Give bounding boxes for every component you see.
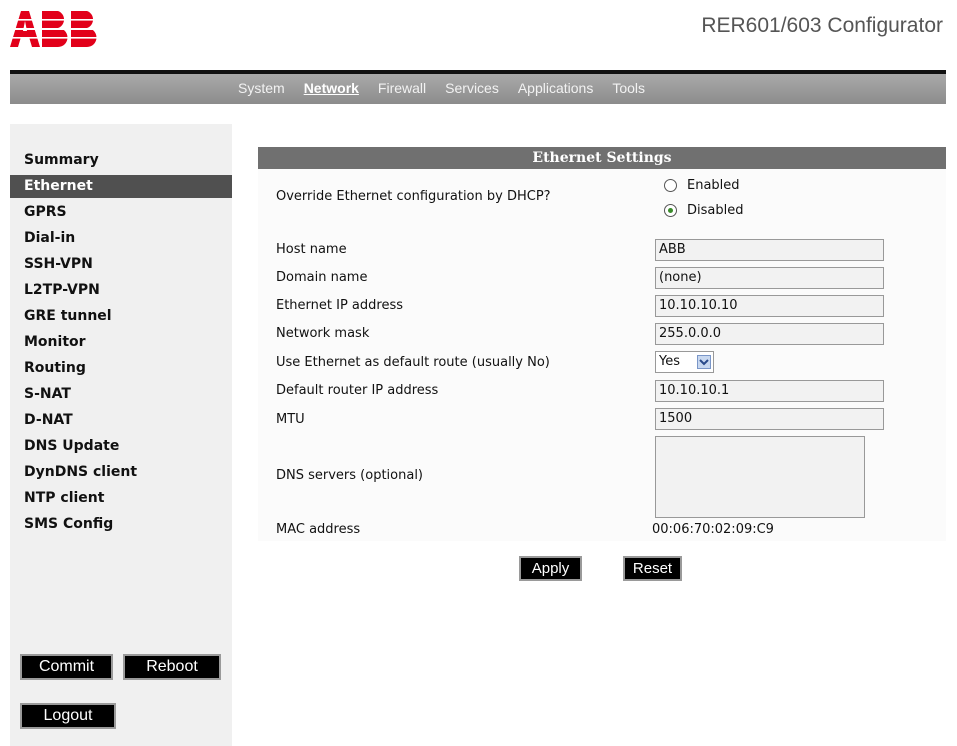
default-router-field[interactable]: 10.10.10.1 — [655, 380, 884, 402]
abb-logo — [10, 11, 102, 47]
sidebar-item-ethernet[interactable]: Ethernet — [10, 175, 232, 198]
default-route-select[interactable]: Yes — [655, 351, 714, 373]
sidebar-menu: Summary Ethernet GPRS Dial-in SSH-VPN L2… — [10, 149, 232, 539]
mac-address-label: MAC address — [276, 522, 361, 537]
sidebar-item-ntp-client[interactable]: NTP client — [10, 487, 232, 513]
sidebar-item-routing[interactable]: Routing — [10, 357, 232, 383]
nav-services[interactable]: Services — [445, 80, 499, 96]
domain-name-field[interactable]: (none) — [655, 267, 884, 289]
sidebar-item-dns-update[interactable]: DNS Update — [10, 435, 232, 461]
default-route-value: Yes — [659, 354, 680, 369]
dhcp-label: Override Ethernet configuration by DHCP? — [276, 189, 551, 204]
sidebar-item-gprs[interactable]: GPRS — [10, 201, 232, 227]
nav-system[interactable]: System — [238, 80, 285, 96]
dhcp-disabled-radio[interactable] — [664, 204, 677, 217]
sidebar-item-dyndns-client[interactable]: DynDNS client — [10, 461, 232, 487]
app-title: RER601/603 Configurator — [701, 14, 943, 37]
default-router-label: Default router IP address — [276, 383, 439, 398]
nav-tools[interactable]: Tools — [612, 80, 645, 96]
network-mask-label: Network mask — [276, 326, 370, 341]
host-name-field[interactable]: ABB — [655, 239, 884, 261]
dhcp-enabled-radio[interactable] — [664, 179, 677, 192]
sidebar-item-sms-config[interactable]: SMS Config — [10, 513, 232, 539]
apply-button[interactable]: Apply — [519, 556, 582, 581]
panel-title: Ethernet Settings — [258, 147, 946, 169]
domain-name-label: Domain name — [276, 270, 368, 285]
sidebar-item-gre-tunnel[interactable]: GRE tunnel — [10, 305, 232, 331]
dhcp-disabled-option[interactable]: Disabled — [664, 203, 743, 218]
dhcp-enabled-option[interactable]: Enabled — [664, 178, 740, 193]
reset-button[interactable]: Reset — [623, 556, 682, 581]
network-mask-field[interactable]: 255.0.0.0 — [655, 323, 884, 345]
ip-address-label: Ethernet IP address — [276, 298, 404, 313]
sidebar-item-dial-in[interactable]: Dial-in — [10, 227, 232, 253]
default-route-label: Use Ethernet as default route (usually N… — [276, 355, 550, 370]
sidebar-item-monitor[interactable]: Monitor — [10, 331, 232, 357]
mac-address-value: 00:06:70:02:09:C9 — [652, 522, 774, 537]
nav-network[interactable]: Network — [304, 80, 359, 96]
chevron-down-icon[interactable] — [697, 355, 711, 369]
ip-address-field[interactable]: 10.10.10.10 — [655, 295, 884, 317]
sidebar-item-s-nat[interactable]: S-NAT — [10, 383, 232, 409]
sidebar-item-summary[interactable]: Summary — [10, 149, 232, 175]
reboot-button[interactable]: Reboot — [123, 654, 221, 680]
sidebar-item-d-nat[interactable]: D-NAT — [10, 409, 232, 435]
mtu-label: MTU — [276, 412, 305, 427]
dns-servers-textarea[interactable] — [655, 436, 865, 518]
nav-firewall[interactable]: Firewall — [378, 80, 426, 96]
dhcp-disabled-label: Disabled — [687, 203, 744, 218]
nav-applications[interactable]: Applications — [518, 80, 594, 96]
sidebar-item-l2tp-vpn[interactable]: L2TP-VPN — [10, 279, 232, 305]
host-name-label: Host name — [276, 242, 347, 257]
dhcp-enabled-label: Enabled — [687, 178, 740, 193]
logout-button[interactable]: Logout — [20, 703, 116, 729]
sidebar: Summary Ethernet GPRS Dial-in SSH-VPN L2… — [10, 124, 232, 746]
mtu-field[interactable]: 1500 — [655, 408, 884, 430]
commit-button[interactable]: Commit — [20, 654, 113, 680]
dns-servers-label: DNS servers (optional) — [276, 468, 424, 483]
sidebar-item-ssh-vpn[interactable]: SSH-VPN — [10, 253, 232, 279]
top-nav: System Network Firewall Services Applica… — [10, 74, 946, 104]
